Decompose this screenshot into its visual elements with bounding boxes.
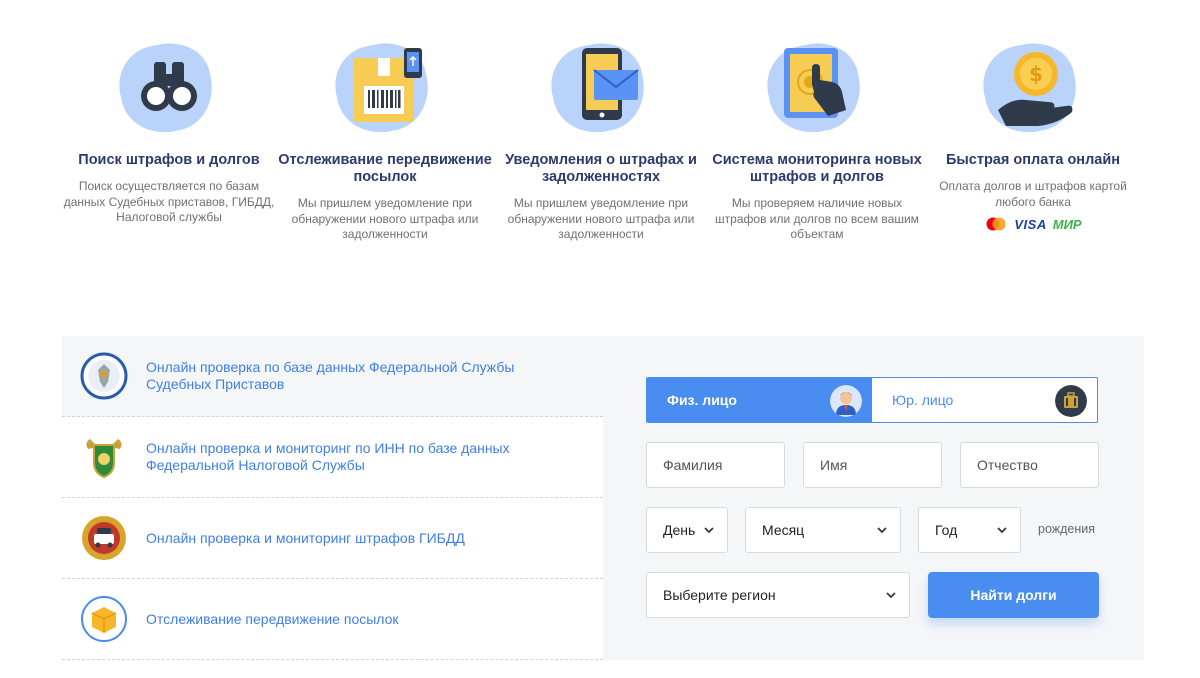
firstname-field[interactable]: Имя [803,442,942,488]
feature-title: Поиск штрафов и долгов [78,152,260,168]
mir-logo: МИР [1052,216,1082,232]
select-value: Месяц [762,522,805,538]
chevron-down-icon [877,527,887,534]
service-item-fssp[interactable]: Онлайн проверка по базе данных Федеральн… [62,336,603,417]
tab-label: Физ. лицо [667,392,737,408]
middlename-placeholder: Отчество [977,457,1038,473]
binoculars-icon [111,30,224,141]
fssp-emblem-icon [80,352,128,400]
gibdd-emblem-icon [80,514,128,562]
middlename-field[interactable]: Отчество [960,442,1099,488]
feature-desc: Мы пришлем уведомление при обнаружении н… [291,196,479,241]
svg-text:$: $ [1029,62,1043,86]
service-item-gibdd[interactable]: Онлайн проверка и мониторинг штрафов ГИБ… [62,498,603,579]
service-item-parcel[interactable]: Отслеживание передвижение посылок [62,579,603,660]
service-link[interactable]: Отслеживание передвижение посылок [146,611,399,628]
tab-individual[interactable]: Физ. лицо [647,378,872,422]
feature-desc: Мы пришлем уведомление при обнаружении н… [507,196,695,241]
feature-title: Быстрая оплата онлайн [945,152,1121,168]
debt-search-form: Физ. лицо Юр. лицо Фамилия Имя Отчество … [603,336,1144,660]
parcel-barcode-icon [327,30,440,141]
features-row: Поиск штрафов и долгов Поиск осуществляе… [62,30,1138,270]
feature-title: Система мониторинга новых штрафов и долг… [712,152,922,185]
feature-search-fines: Поиск штрафов и долгов Поиск осуществляе… [62,30,276,226]
feature-desc: Мы проверяем наличие новых штрафов или д… [715,196,919,241]
chevron-down-icon [997,527,1007,534]
tab-label: Юр. лицо [892,392,954,408]
briefcase-icon [1055,385,1087,417]
tablet-touch-icon [759,30,872,141]
select-value: Выберите регион [663,587,776,603]
service-item-fns[interactable]: Онлайн проверка и мониторинг по ИНН по б… [62,417,603,498]
feature-desc: Поиск осуществляется по базам данных Суд… [63,179,275,224]
birth-label: рождения [1038,522,1096,536]
fns-emblem-icon [80,433,128,481]
parcel-box-icon [80,595,128,643]
feature-title: Уведомления о штрафах и задолженностях [505,152,697,185]
feature-desc: Оплата долгов и штрафов картой любого ба… [939,179,1127,209]
feature-fast-payment: $ Быстрая оплата онлайн Оплата долгов и … [926,30,1140,232]
region-select[interactable]: Выберите регион [646,572,910,618]
chevron-down-icon [704,527,714,534]
birth-year-select[interactable]: Год [918,507,1021,553]
person-avatar-icon [830,385,862,417]
person-type-tabs: Физ. лицо Юр. лицо [646,377,1098,423]
feature-title: Отслеживание передвижение посылок [278,152,492,185]
lastname-field[interactable]: Фамилия [646,442,785,488]
service-link[interactable]: Онлайн проверка и мониторинг по ИНН по б… [146,440,566,474]
chevron-down-icon [886,592,896,599]
mastercard-icon [986,217,1006,231]
coin-hand-icon: $ [975,30,1088,141]
birth-month-select[interactable]: Месяц [745,507,901,553]
payment-logos: VISA МИР [926,216,1140,232]
services-list: Онлайн проверка по базе данных Федеральн… [62,336,603,660]
service-link[interactable]: Онлайн проверка по базе данных Федеральн… [146,359,566,393]
visa-logo: VISA [1014,216,1047,232]
phone-mail-icon [543,30,656,141]
select-value: День [663,522,696,538]
firstname-placeholder: Имя [820,457,848,473]
feature-parcel-tracking: Отслеживание передвижение посылок Мы при… [278,30,492,243]
select-value: Год [935,522,958,538]
birth-day-select[interactable]: День [646,507,728,553]
service-link[interactable]: Онлайн проверка и мониторинг штрафов ГИБ… [146,530,465,547]
tab-legal[interactable]: Юр. лицо [872,378,1097,422]
feature-monitoring: Система мониторинга новых штрафов и долг… [710,30,924,243]
feature-notifications: Уведомления о штрафах и задолженностях М… [494,30,708,243]
find-debts-button[interactable]: Найти долги [928,572,1099,618]
lastname-placeholder: Фамилия [663,457,723,473]
